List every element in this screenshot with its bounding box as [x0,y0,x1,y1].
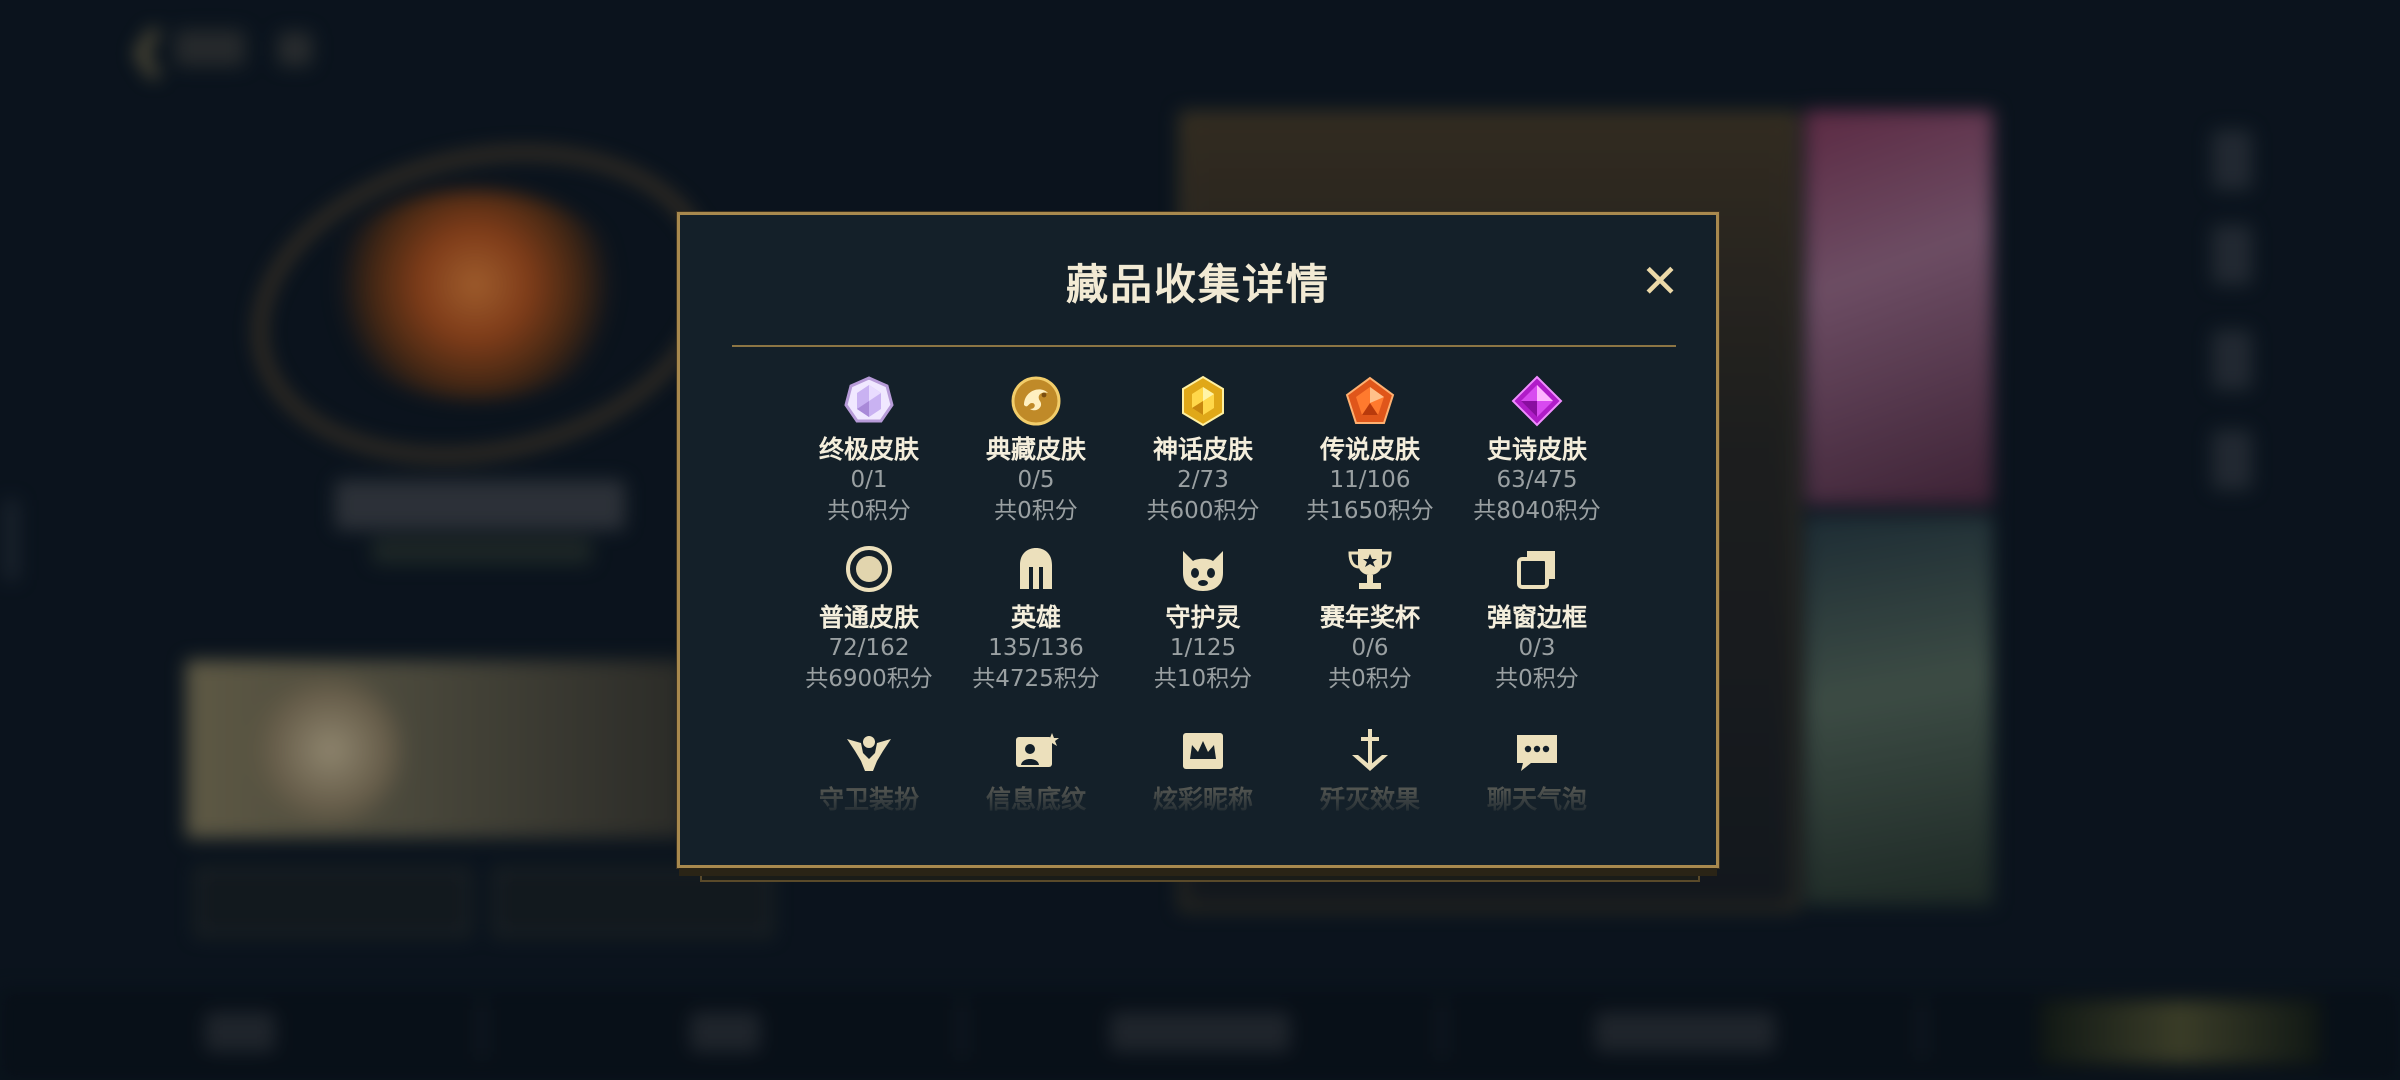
chat-bubble-icon [1517,735,1557,771]
item-label: 史诗皮肤 [1486,435,1587,464]
item-count: 2/73 [1177,467,1229,493]
modal-bottom-ledge [700,868,1700,882]
collection-item-mythic-skin[interactable]: 神话皮肤 2/73 共600积分 [1119,375,1287,527]
item-points: 共8040积分 [1473,498,1601,524]
item-count: 1/125 [1169,635,1237,661]
item-label: 歼灭效果 [1319,785,1420,814]
guardian-spirit-icon [1183,551,1223,591]
item-count: 72/162 [828,635,910,661]
collection-item-popup-frame[interactable]: 弹窗边框 0/3 共0积分 [1453,543,1621,695]
legendary-skin-icon [1345,376,1395,424]
mythic-skin-icon [1182,375,1224,427]
item-label: 守护灵 [1165,603,1241,632]
item-count: 0/5 [1017,467,1055,493]
item-label: 神话皮肤 [1152,435,1253,464]
item-count: 0/6 [1351,635,1389,661]
kill-effect-icon [1352,729,1388,771]
item-count: 11/106 [1329,467,1411,493]
ultimate-skin-icon [844,376,894,423]
collection-item-ultimate-skin[interactable]: 终极皮肤 0/1 共0积分 [785,375,953,527]
epic-skin-icon [1511,375,1563,427]
item-label: 终极皮肤 [818,435,919,464]
item-points: 共0积分 [994,498,1078,524]
item-count: 0/1 [850,467,888,493]
item-label: 守卫装扮 [818,785,919,814]
collection-item-guardian-spirit[interactable]: 守护灵 1/125 共10积分 [1119,543,1287,695]
item-label: 赛年奖杯 [1319,603,1420,632]
title-divider [732,345,1676,347]
item-count: 135/136 [988,635,1084,661]
close-icon[interactable]: ✕ [1638,258,1682,304]
item-label: 传说皮肤 [1319,435,1420,464]
collection-item-season-trophy[interactable]: 赛年奖杯 0/6 共0积分 [1286,543,1454,695]
colorful-nickname-icon [1183,733,1223,769]
collection-details-modal: 藏品收集详情 ✕ 终极皮肤 0/1 共0积分 典藏皮肤 0/5 共0积分 神话皮… [677,212,1719,868]
popup-frame-icon [1517,551,1555,589]
item-count: 63/475 [1496,467,1578,493]
item-points: 共0积分 [1495,666,1579,692]
hero-helmet-icon [1020,548,1052,589]
item-points: 共1650积分 [1306,498,1434,524]
item-points: 共0积分 [827,498,911,524]
item-points: 共10积分 [1153,666,1253,692]
collection-item-hero[interactable]: 英雄 135/136 共4725积分 [952,543,1120,695]
collection-item-collector-skin[interactable]: 典藏皮肤 0/5 共0积分 [952,375,1120,527]
item-label: 信息底纹 [985,785,1086,814]
info-card-pattern-icon [1016,733,1059,767]
collection-item-chat-bubble[interactable]: 聊天气泡 [1453,725,1621,817]
item-label: 弹窗边框 [1486,603,1587,632]
collector-skin-icon [1011,376,1061,426]
modal-title: 藏品收集详情 [1065,260,1330,309]
item-count: 0/3 [1518,635,1556,661]
item-label: 典藏皮肤 [985,435,1086,464]
collection-item-guardian-outfit[interactable]: 守卫装扮 [785,725,953,817]
collection-item-info-card-pattern[interactable]: 信息底纹 [952,725,1120,817]
item-label: 炫彩昵称 [1152,785,1253,814]
collection-item-epic-skin[interactable]: 史诗皮肤 63/475 共8040积分 [1453,375,1621,527]
item-points: 共4725积分 [972,666,1100,692]
item-points: 共0积分 [1328,666,1412,692]
item-label: 英雄 [1010,603,1061,632]
item-label: 普通皮肤 [818,603,919,632]
collection-item-normal-skin[interactable]: 普通皮肤 72/162 共6900积分 [785,543,953,695]
item-label: 聊天气泡 [1486,785,1587,814]
item-points: 共600积分 [1146,498,1260,524]
item-points: 共6900积分 [805,666,933,692]
collection-item-legendary-skin[interactable]: 传说皮肤 11/106 共1650积分 [1286,375,1454,527]
season-trophy-icon [1348,549,1392,589]
collection-item-kill-effect[interactable]: 歼灭效果 [1286,725,1454,817]
normal-skin-icon [846,546,892,592]
guardian-outfit-icon [847,736,891,771]
collection-item-colorful-nickname[interactable]: 炫彩昵称 [1119,725,1287,817]
